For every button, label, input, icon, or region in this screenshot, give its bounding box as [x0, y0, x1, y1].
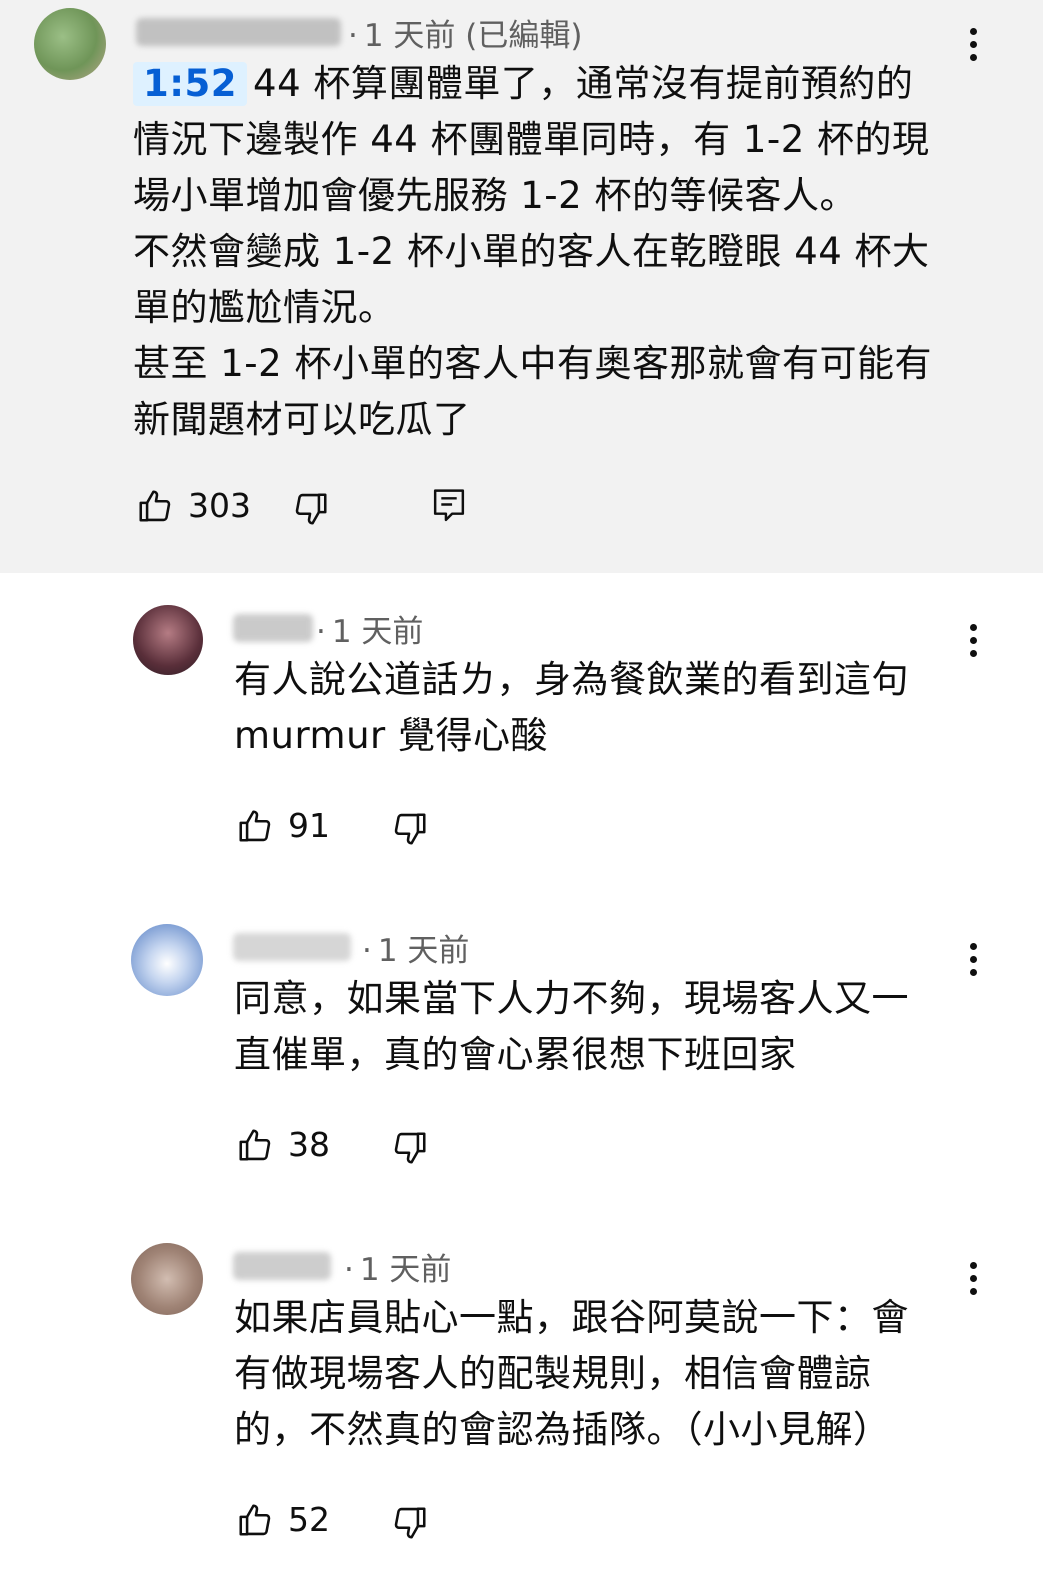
timestamp-link[interactable]: 1:52 — [133, 62, 248, 106]
thumb-down-icon — [295, 493, 327, 525]
thumb-up-icon — [239, 809, 271, 842]
separator-dot: · — [344, 1252, 354, 1288]
avatar[interactable] — [131, 924, 203, 996]
like-count: 91 — [288, 806, 330, 845]
dislike-button[interactable] — [292, 490, 330, 528]
dislike-button[interactable] — [391, 810, 429, 848]
like-button[interactable]: 52 — [236, 1500, 330, 1539]
thumb-down-icon — [394, 1507, 426, 1539]
like-count: 303 — [188, 486, 251, 525]
time-ago: 1 天前 — [359, 1252, 452, 1288]
avatar[interactable] — [131, 1243, 203, 1315]
separator-dot: · — [362, 933, 372, 969]
more-vert-icon — [969, 28, 977, 35]
time-ago: 1 天前 — [331, 614, 424, 650]
author-name-redacted[interactable] — [233, 1252, 331, 1280]
highlighted-comment: · 1 天前 (已編輯) 1:52 44 杯算團體單了，通常沒有提前預約的 情況下邊… — [0, 0, 1043, 573]
author-name-redacted[interactable] — [233, 933, 351, 961]
author-name-redacted[interactable] — [136, 18, 341, 46]
dislike-button[interactable] — [391, 1504, 429, 1542]
more-vert-icon — [969, 624, 977, 631]
like-button[interactable]: 303 — [136, 486, 251, 525]
thumb-up-icon — [239, 1128, 271, 1161]
comment-body: 44 杯算團體單了，通常沒有提前預約的 情況下邊製作 44 杯團體單同時，有 1… — [133, 62, 932, 441]
thumb-down-icon — [394, 1132, 426, 1164]
time-ago: 1 天前 — [377, 933, 470, 969]
comment-text: 1:52 44 杯算團體單了，通常沒有提前預約的 情況下邊製作 44 杯團體單同時… — [133, 56, 1013, 448]
reply-button[interactable] — [430, 486, 468, 526]
thumb-down-icon — [394, 813, 426, 845]
comment-body: 如果店員貼心一點，跟谷阿莫說一下：會 有做現場客人的配製規則，相信會體諒 的，不… — [234, 1296, 909, 1451]
like-button[interactable]: 91 — [236, 806, 330, 845]
comment-body: 有人說公道話ㄌ，身為餐飲業的看到這句 murmur 覺得心酸 — [234, 658, 909, 757]
dislike-button[interactable] — [391, 1129, 429, 1167]
more-vert-icon — [969, 943, 977, 950]
comment-meta: · 1 天前 — [312, 606, 423, 651]
time-ago: 1 天前 (已編輯) — [363, 18, 583, 54]
thumb-up-icon — [239, 1503, 271, 1536]
like-count: 38 — [288, 1125, 330, 1164]
comment-meta: · 1 天前 (已編輯) — [344, 10, 582, 55]
like-count: 52 — [288, 1500, 330, 1539]
avatar[interactable] — [133, 605, 203, 675]
more-vert-icon — [969, 1262, 977, 1269]
avatar[interactable] — [34, 8, 106, 80]
like-button[interactable]: 38 — [236, 1125, 330, 1164]
comment-meta: · 1 天前 — [358, 925, 469, 970]
thumb-up-icon — [139, 489, 171, 522]
comment-body: 同意，如果當下人力不夠，現場客人又一 直催單，真的會心累很想下班回家 — [234, 977, 909, 1076]
author-name-redacted[interactable] — [233, 614, 313, 642]
comment-meta: · 1 天前 — [340, 1244, 451, 1289]
separator-dot: · — [348, 18, 358, 54]
separator-dot: · — [316, 614, 326, 650]
reply-comment-icon — [433, 489, 465, 522]
